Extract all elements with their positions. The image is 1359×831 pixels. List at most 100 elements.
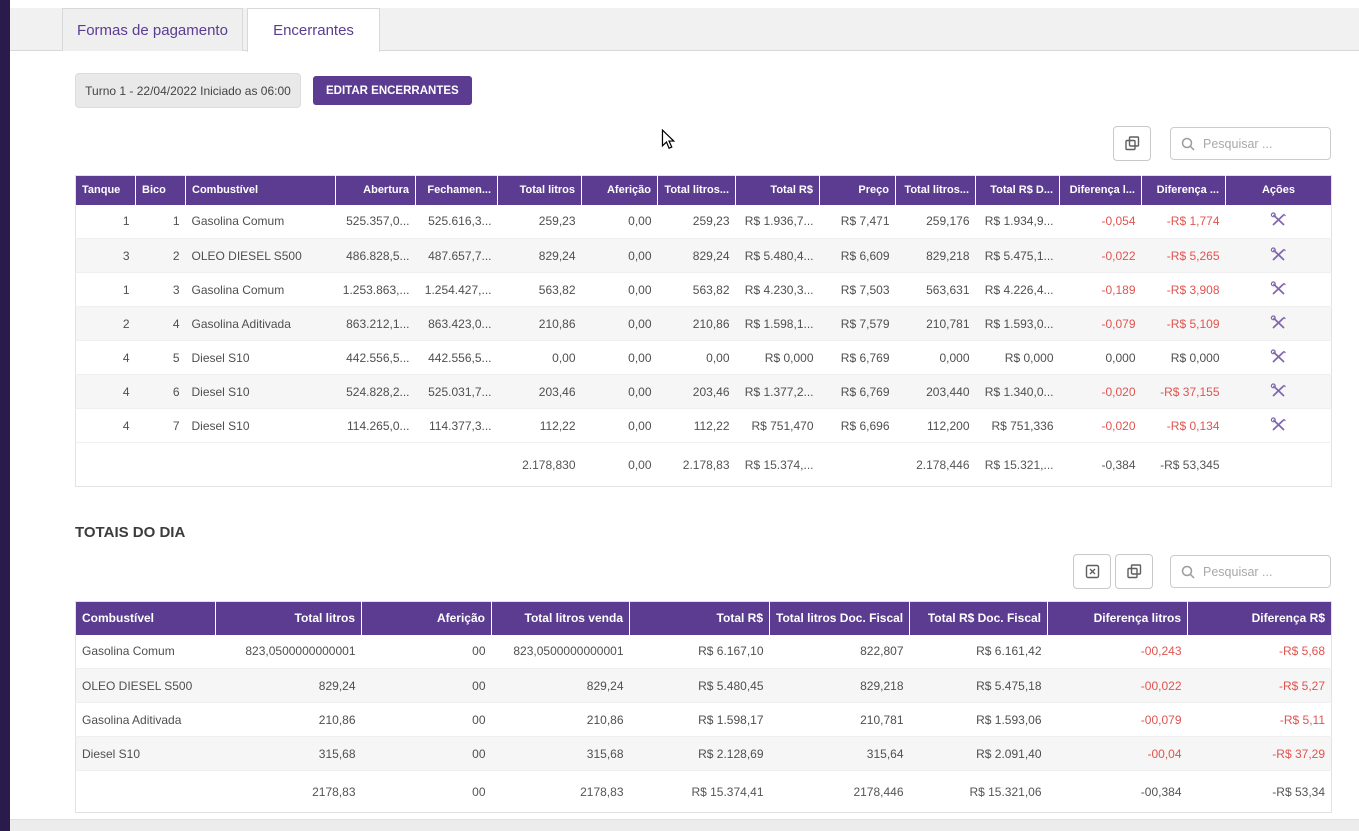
table-row: 3 2 OLEO DIESEL S500 486.828,5... 487.657,7.… — [75, 238, 1332, 273]
row-tools-button[interactable] — [1266, 210, 1291, 232]
cell: 822,807 — [769, 634, 910, 669]
column-header[interactable]: Total litros... — [895, 175, 976, 205]
search-input[interactable] — [1203, 564, 1320, 579]
cell: 112,22 — [497, 408, 582, 443]
column-header[interactable]: Total R$ — [735, 175, 820, 205]
cell: 00 — [361, 634, 492, 669]
column-header[interactable]: Total litros — [215, 601, 362, 635]
column-header[interactable]: Diferença ... — [1141, 175, 1226, 205]
table-row: 4 5 Diesel S10 442.556,5... 442.556,5... 0,00… — [75, 340, 1332, 375]
cell: -R$ 3,908 — [1141, 272, 1226, 307]
tab-formas-de-pagamento[interactable]: Formas de pagamento — [62, 8, 243, 51]
column-header[interactable]: Diferença l... — [1059, 175, 1142, 205]
column-header[interactable]: Diferença R$ — [1187, 601, 1332, 635]
column-header[interactable]: Fechamen... — [415, 175, 498, 205]
left-accent-bar — [0, 0, 10, 831]
cell: R$ 7,579 — [819, 306, 896, 341]
totals-cell: -R$ 53,34 — [1187, 770, 1332, 813]
totals-cell — [819, 442, 896, 487]
encerrantes-table: Tanque Bico Combustível Abertura Fechamen...… — [75, 175, 1332, 487]
cell: R$ 1.593,06 — [909, 702, 1048, 737]
cell: R$ 1.340,0... — [975, 374, 1060, 409]
actions-cell — [1225, 238, 1332, 273]
totals-cell: 2178,83 — [215, 770, 362, 813]
column-header[interactable]: Total litros Doc. Fiscal — [769, 601, 910, 635]
cell: 210,86 — [497, 306, 582, 341]
columns-button-2[interactable] — [1115, 554, 1153, 589]
totals-cell: 00 — [361, 770, 492, 813]
cell: 114.265,0... — [335, 408, 416, 443]
editar-encerrantes-button[interactable]: EDITAR ENCERRANTES — [313, 76, 472, 105]
column-header[interactable]: Preço — [819, 175, 896, 205]
totais-do-dia-table: Combustível Total litros Aferição Total lit… — [75, 601, 1332, 813]
row-tools-button[interactable] — [1266, 245, 1291, 267]
table-row: Gasolina Aditivada 210,86 00 210,86 R$ 1.598… — [75, 702, 1332, 737]
column-header[interactable]: Aferição — [581, 175, 658, 205]
row-tools-button[interactable] — [1266, 381, 1291, 403]
table-row: 4 6 Diesel S10 524.828,2... 525.031,7... 203,… — [75, 374, 1332, 409]
cell: R$ 1.936,7... — [735, 204, 820, 239]
column-header[interactable]: Tanque — [75, 175, 136, 205]
column-header[interactable]: Total R$ D... — [975, 175, 1060, 205]
cell: 259,23 — [497, 204, 582, 239]
table-row: Diesel S10 315,68 00 315,68 R$ 2.128,69 315,6… — [75, 736, 1332, 771]
cell: 0,00 — [581, 374, 658, 409]
column-header[interactable]: Bico — [135, 175, 186, 205]
search-box-encerrantes — [1170, 127, 1331, 160]
row-tools-button[interactable] — [1266, 415, 1291, 437]
column-header[interactable]: Diferença litros — [1047, 601, 1188, 635]
cell: OLEO DIESEL S500 — [75, 668, 216, 703]
actions-cell — [1225, 408, 1332, 443]
column-header[interactable]: Combustível — [185, 175, 336, 205]
row-tools-button[interactable] — [1266, 347, 1291, 369]
cell: 0,00 — [657, 340, 736, 375]
cell: 203,46 — [497, 374, 582, 409]
cell: -0,020 — [1059, 374, 1142, 409]
cell: 7 — [135, 408, 186, 443]
totals-cell — [75, 770, 216, 813]
column-header[interactable]: Ações — [1225, 175, 1332, 205]
cell: R$ 5.475,18 — [909, 668, 1048, 703]
cell: 0,00 — [497, 340, 582, 375]
row-tools-button[interactable] — [1266, 313, 1291, 335]
cell: 525.357,0... — [335, 204, 416, 239]
cell: R$ 6,609 — [819, 238, 896, 273]
column-header[interactable]: Abertura — [335, 175, 416, 205]
columns-button[interactable] — [1113, 126, 1151, 161]
cell: 210,86 — [215, 702, 362, 737]
column-header[interactable]: Total litros venda — [491, 601, 630, 635]
cell: 1 — [135, 204, 186, 239]
cell: R$ 7,471 — [819, 204, 896, 239]
search-icon — [1181, 137, 1195, 151]
cell: 203,440 — [895, 374, 976, 409]
cell: R$ 1.598,17 — [629, 702, 770, 737]
totals-cell: R$ 15.321,06 — [909, 770, 1048, 813]
cell: 112,200 — [895, 408, 976, 443]
column-header[interactable]: Aferição — [361, 601, 492, 635]
column-header[interactable]: Combustível — [75, 601, 216, 635]
column-header[interactable]: Total litros — [497, 175, 582, 205]
cell: -00,079 — [1047, 702, 1188, 737]
cell: 259,23 — [657, 204, 736, 239]
tab-encerrantes[interactable]: Encerrantes — [247, 8, 380, 52]
cell: 563,82 — [497, 272, 582, 307]
cell: R$ 1.934,9... — [975, 204, 1060, 239]
search-input[interactable] — [1203, 136, 1320, 151]
export-button[interactable] — [1073, 554, 1111, 589]
cell: R$ 6.161,42 — [909, 634, 1048, 669]
totals-cell: 2178,83 — [491, 770, 630, 813]
totals-cell: 0,00 — [581, 442, 658, 487]
actions-cell — [1225, 374, 1332, 409]
column-header[interactable]: Total litros... — [657, 175, 736, 205]
cell: -R$ 5,27 — [1187, 668, 1332, 703]
totals-cell: R$ 15.374,... — [735, 442, 820, 487]
cell: 829,218 — [769, 668, 910, 703]
column-header[interactable]: Total R$ — [629, 601, 770, 635]
row-tools-button[interactable] — [1266, 279, 1291, 301]
cell: 1.254.427,... — [415, 272, 498, 307]
totals-cell: 2178,446 — [769, 770, 910, 813]
cell: 315,64 — [769, 736, 910, 771]
column-header[interactable]: Total R$ Doc. Fiscal — [909, 601, 1048, 635]
cell: R$ 6,696 — [819, 408, 896, 443]
cell: R$ 0,000 — [975, 340, 1060, 375]
